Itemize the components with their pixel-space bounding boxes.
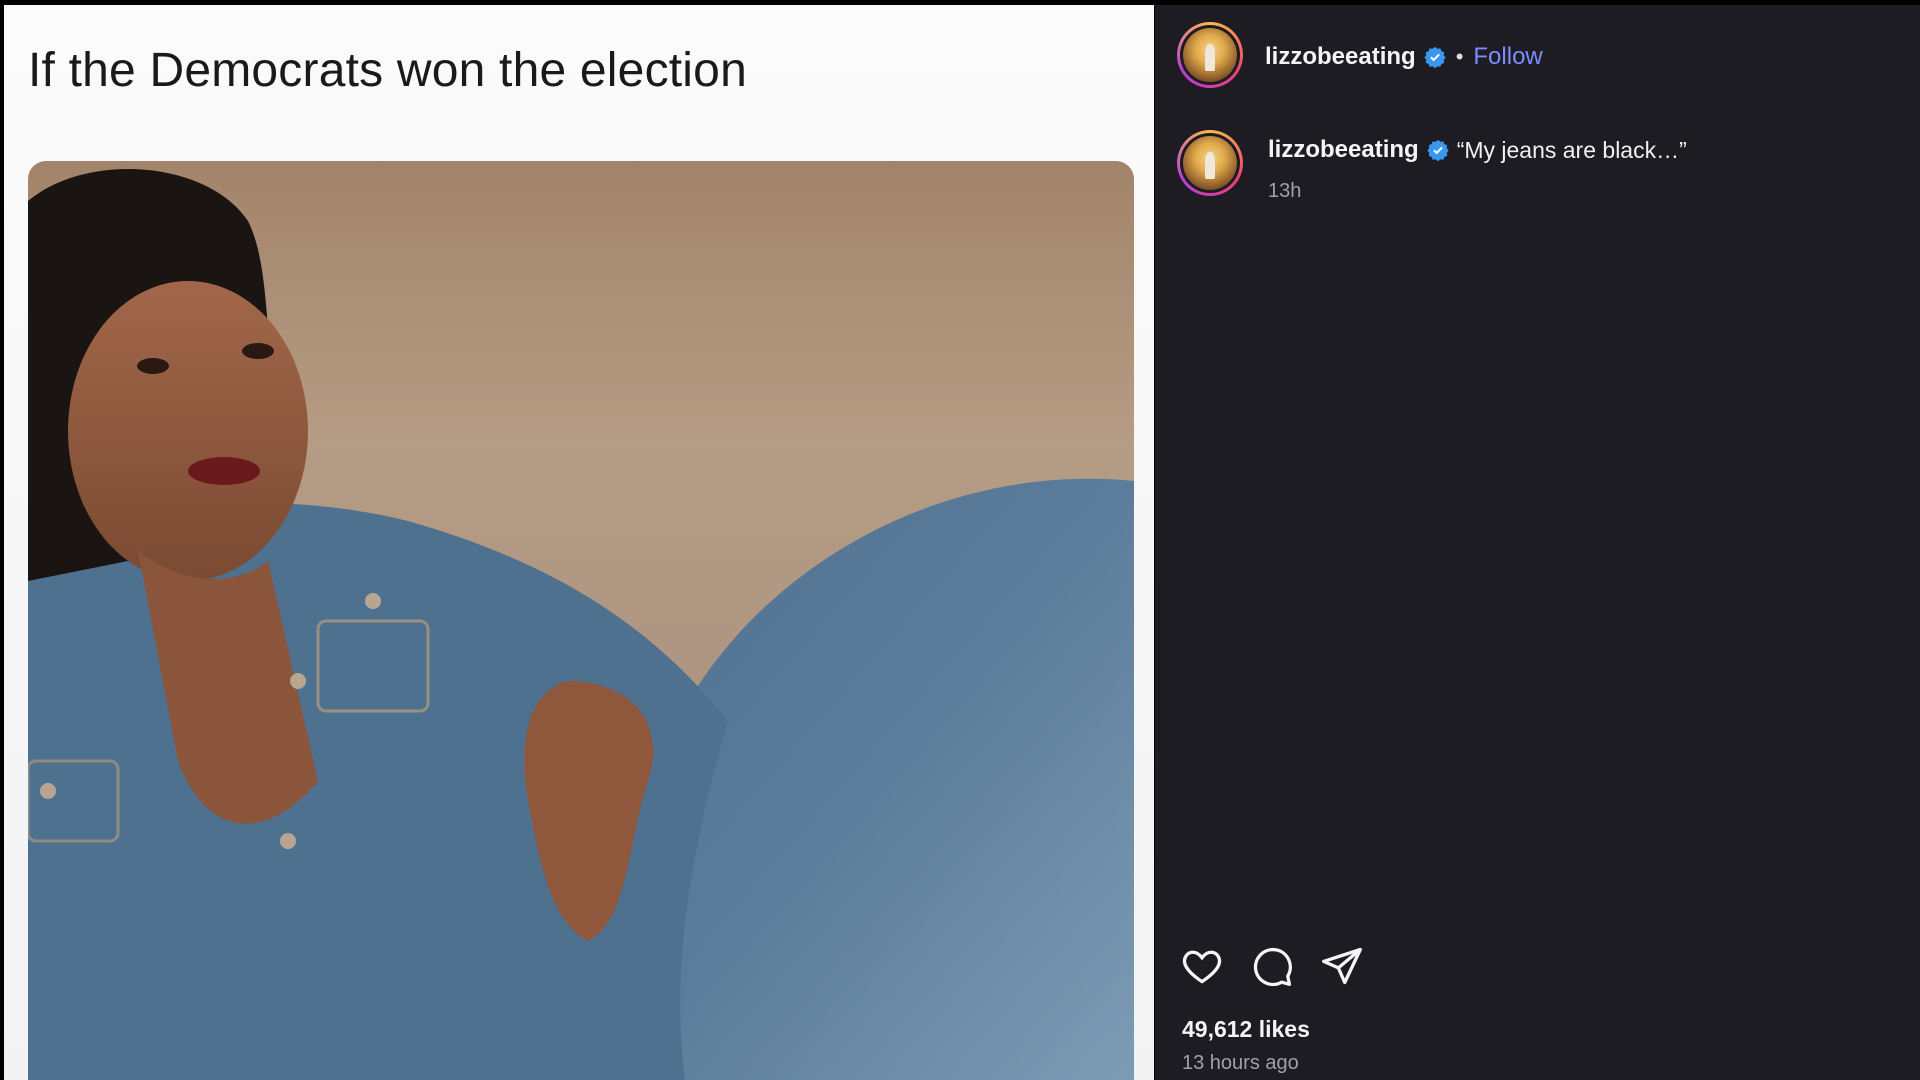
post-side-panel bbox=[1155, 5, 1920, 1080]
photo-illustration bbox=[28, 168, 1134, 1080]
caption-avatar[interactable] bbox=[1177, 130, 1243, 196]
caption-username[interactable]: lizzobeeating bbox=[1268, 136, 1419, 164]
caption-time[interactable]: 13h bbox=[1268, 180, 1301, 203]
like-count[interactable]: 49,612 likes bbox=[1182, 1016, 1310, 1043]
post-time: 13 hours ago bbox=[1182, 1052, 1299, 1074]
verified-badge-icon bbox=[1427, 139, 1449, 161]
profile-avatar[interactable] bbox=[1177, 22, 1243, 88]
send-icon[interactable] bbox=[1320, 944, 1364, 988]
separator-dot: • bbox=[1455, 44, 1464, 69]
action-bar bbox=[1180, 944, 1364, 988]
avatar-image bbox=[1183, 28, 1237, 82]
caption-row: lizzobeeating “My jeans are black…” bbox=[1268, 136, 1687, 164]
comment-icon[interactable] bbox=[1250, 944, 1294, 988]
meme-caption: If the Democrats won the election bbox=[28, 44, 747, 97]
post-photo bbox=[28, 161, 1134, 1080]
post-media[interactable]: If the Democrats won the election bbox=[4, 5, 1154, 1080]
header-username[interactable]: lizzobeeating bbox=[1265, 43, 1416, 71]
verified-badge-icon bbox=[1424, 46, 1446, 68]
post-header: lizzobeeating • Follow bbox=[1265, 22, 1543, 92]
follow-button[interactable]: Follow bbox=[1473, 43, 1542, 71]
caption-text: “My jeans are black…” bbox=[1456, 136, 1687, 163]
avatar-image bbox=[1183, 136, 1237, 190]
heart-icon[interactable] bbox=[1180, 944, 1224, 988]
